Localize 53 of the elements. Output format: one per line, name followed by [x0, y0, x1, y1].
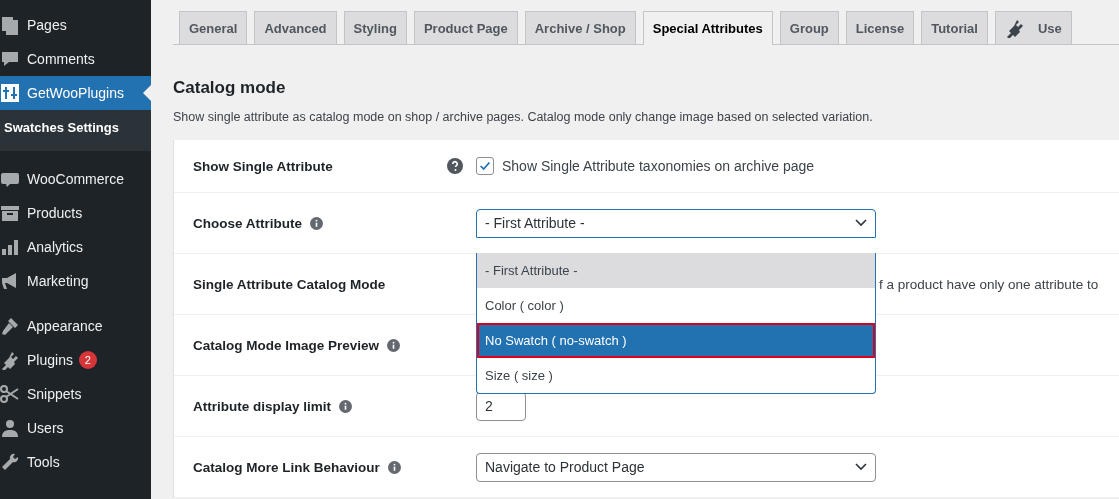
menu-item[interactable]: Marketing: [0, 264, 151, 298]
sliders-icon: [0, 83, 20, 103]
menu-item[interactable]: Comments: [0, 42, 151, 76]
caret-icon: [855, 219, 867, 227]
menu-item[interactable]: Snippets: [0, 377, 151, 411]
field-label: Single Attribute Catalog Mode: [193, 276, 386, 292]
dropdown-option[interactable]: Size ( size ): [477, 357, 875, 393]
menu-item[interactable]: Pages: [0, 8, 151, 42]
menu-item[interactable]: Tools: [0, 445, 151, 479]
menu-item[interactable]: Products: [0, 196, 151, 230]
bar-chart-icon: [0, 237, 20, 257]
field-label: Catalog More Link Behaviour: [193, 459, 380, 475]
checkbox[interactable]: [476, 157, 494, 175]
field-label: Choose Attribute: [193, 215, 302, 231]
checkmark-icon: [478, 159, 492, 173]
menu-item[interactable]: Appearance: [0, 309, 151, 343]
submenu-item[interactable]: Swatches Settings: [0, 114, 151, 141]
tab[interactable]: Archive / Shop: [524, 11, 636, 44]
dropdown-option[interactable]: - First Attribute -: [477, 252, 875, 288]
plug-icon: [0, 350, 20, 370]
select-field[interactable]: Navigate to Product Page: [476, 452, 876, 482]
tab[interactable]: Group: [779, 11, 839, 44]
field-label: Show Single Attribute: [193, 158, 333, 174]
tab[interactable]: Special Attributes: [642, 11, 773, 45]
menu-item[interactable]: Users: [0, 411, 151, 445]
pages-icon: [0, 15, 20, 35]
tab[interactable]: Use: [994, 11, 1072, 44]
tab[interactable]: General: [179, 11, 248, 44]
menu-item[interactable]: GetWooPlugins: [0, 76, 151, 110]
tab[interactable]: Tutorial: [921, 11, 988, 44]
tab[interactable]: License: [845, 11, 915, 44]
setting-description: f a product have only one attribute to: [878, 276, 1099, 292]
dropdown-option[interactable]: Color ( color ): [477, 287, 875, 323]
wrench-icon: [0, 452, 20, 472]
tab[interactable]: Styling: [343, 11, 407, 44]
section-title: Catalog mode: [173, 78, 287, 98]
menu-item[interactable]: Plugins 2: [0, 343, 151, 377]
section-description: Show single attribute as catalog mode on shop / archive pages. Catalog mode only change image based on selected variation.: [173, 110, 874, 124]
tab[interactable]: Advanced: [254, 11, 337, 44]
user-icon: [0, 418, 20, 438]
scissors-icon: [0, 384, 20, 404]
field-label: Attribute display limit: [193, 398, 331, 414]
field-label: Catalog Mode Image Preview: [193, 337, 380, 353]
dropdown-option[interactable]: No Swatch ( no-swatch ): [477, 322, 875, 358]
speech-bubble-icon: [0, 49, 20, 69]
menu-item[interactable]: Analytics: [0, 230, 151, 264]
select-field[interactable]: - First Attribute -: [476, 208, 876, 238]
menu-item[interactable]: WooCommerce: [0, 162, 151, 196]
tab[interactable]: Product Page: [413, 11, 518, 44]
checkbox-label: Show Single Attribute taxonomies on archive page: [502, 158, 815, 174]
count-badge: 2: [78, 351, 97, 369]
paintbrush-icon: [0, 316, 20, 336]
caret-icon: [855, 463, 867, 471]
